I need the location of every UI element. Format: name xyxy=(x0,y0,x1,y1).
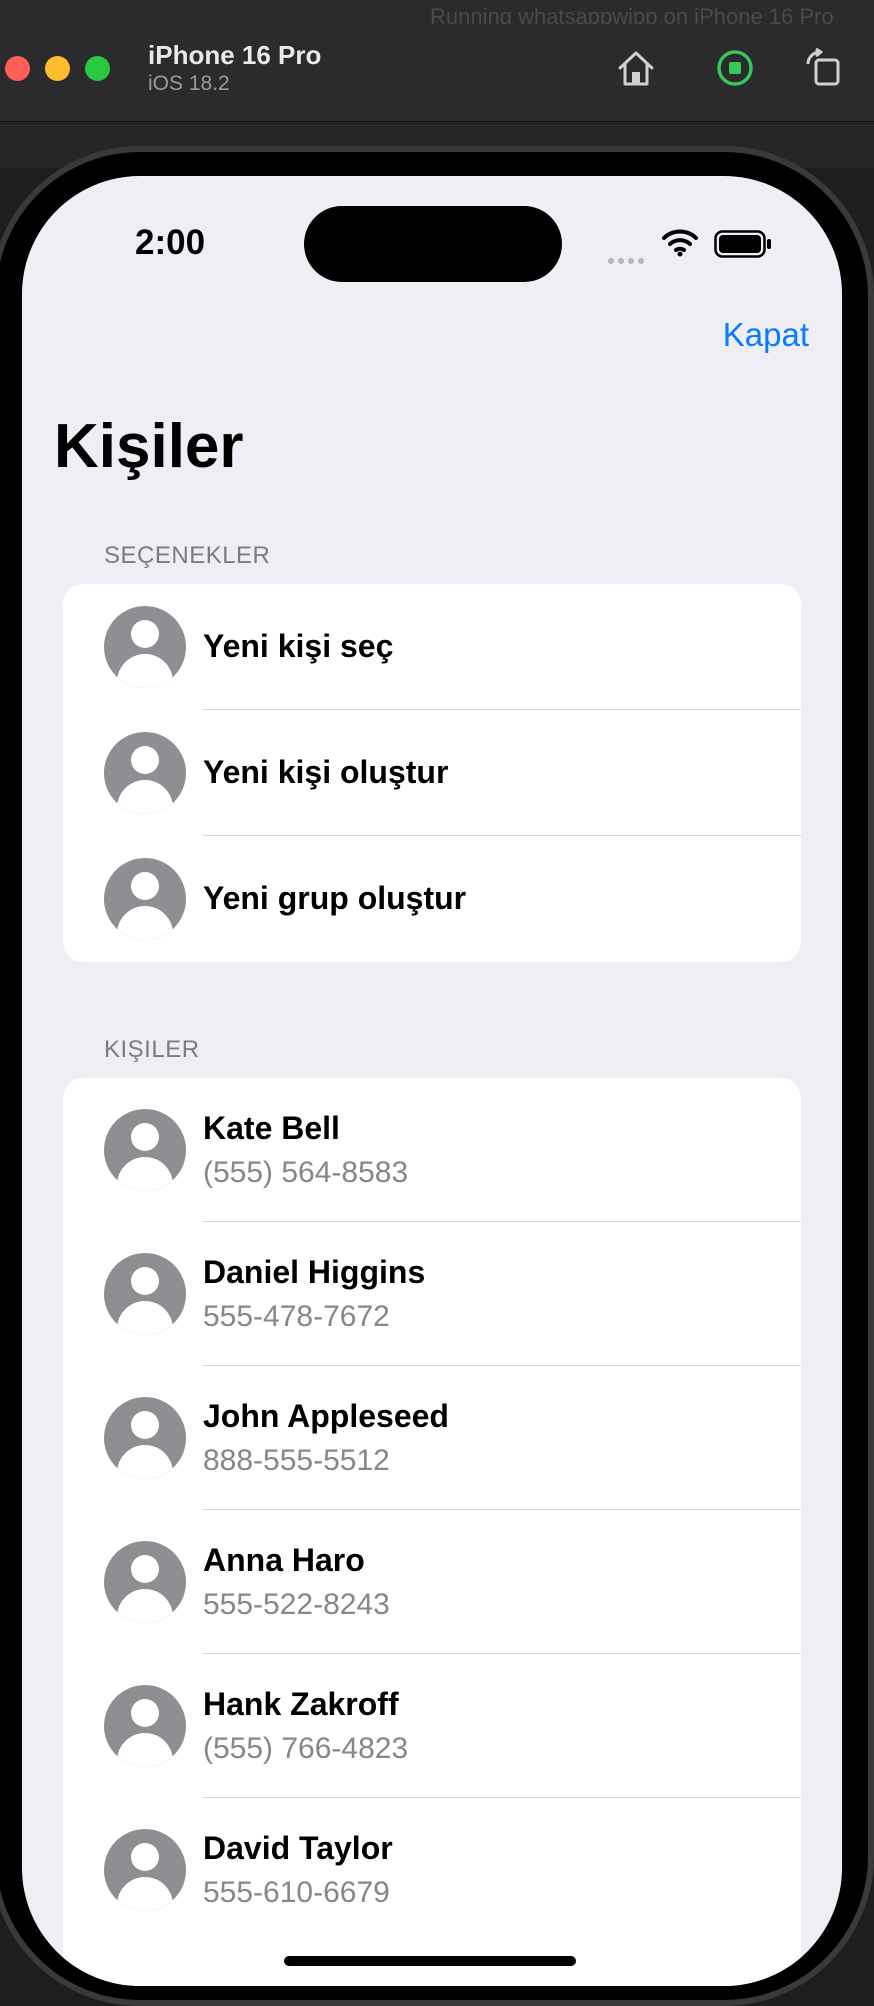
option-create-contact[interactable]: Yeni kişi oluştur xyxy=(63,710,801,836)
person-icon xyxy=(104,1253,186,1335)
contact-phone: 555-610-6679 xyxy=(203,1876,390,1909)
phone-screen: 2:00 Kapat Kişiler SEÇENEKLER Yeni kişi … xyxy=(22,176,842,1986)
close-window-button[interactable] xyxy=(5,56,30,81)
contact-phone: (555) 564-8583 xyxy=(203,1156,409,1189)
zoom-window-button[interactable] xyxy=(85,56,110,81)
person-icon xyxy=(104,1829,186,1911)
simulator-title-bar: Running whatsappwipp on iPhone 16 Pro iP… xyxy=(0,0,874,122)
rotate-icon xyxy=(806,47,840,86)
contact-name: Hank Zakroff xyxy=(203,1686,399,1722)
minimize-window-button[interactable] xyxy=(45,56,70,81)
contacts-section-header: KIŞILER xyxy=(104,1036,200,1063)
contact-row[interactable]: David Taylor 555-610-6679 xyxy=(63,1798,801,1942)
option-label: Yeni kişi oluştur xyxy=(203,754,449,790)
close-button[interactable]: Kapat xyxy=(723,316,809,354)
cellular-signal-icon xyxy=(608,251,648,269)
page-title: Kişiler xyxy=(54,412,244,481)
contact-name: David Taylor xyxy=(203,1830,393,1866)
option-select-contact[interactable]: Yeni kişi seç xyxy=(63,584,801,710)
contact-phone: 555-478-7672 xyxy=(203,1300,390,1333)
home-icon xyxy=(618,51,654,86)
wifi-icon xyxy=(662,229,698,257)
battery-icon xyxy=(714,230,771,258)
contact-row[interactable]: Kate Bell (555) 564-8583 xyxy=(63,1078,801,1222)
option-create-group[interactable]: Yeni grup oluştur xyxy=(63,836,801,962)
option-label: Yeni kişi seç xyxy=(203,628,394,664)
person-icon xyxy=(104,1541,186,1623)
person-icon xyxy=(104,1109,186,1191)
options-list: Yeni kişi seç Yeni kişi oluştur Yeni gru… xyxy=(63,584,801,962)
contact-phone: (555) 766-4823 xyxy=(203,1732,409,1765)
option-label: Yeni grup oluştur xyxy=(203,880,467,916)
contact-name: Daniel Higgins xyxy=(203,1254,426,1290)
window-title: Running whatsappwipp on iPhone 16 Pro xyxy=(430,4,834,24)
home-indicator[interactable] xyxy=(284,1956,576,1966)
person-icon xyxy=(104,732,186,814)
os-version: iOS 18.2 xyxy=(148,72,230,95)
person-icon xyxy=(104,858,186,940)
person-icon xyxy=(104,1397,186,1479)
person-icon xyxy=(104,1685,186,1767)
contact-row[interactable]: Hank Zakroff (555) 766-4823 xyxy=(63,1654,801,1798)
contact-name: John Appleseed xyxy=(203,1398,449,1434)
device-name: iPhone 16 Pro xyxy=(148,40,322,70)
dynamic-island xyxy=(304,206,562,282)
stop-button[interactable] xyxy=(713,46,757,90)
contact-row[interactable]: Anna Haro 555-522-8243 xyxy=(63,1510,801,1654)
stop-icon xyxy=(717,50,753,86)
contact-phone: 555-522-8243 xyxy=(203,1588,390,1621)
home-button[interactable] xyxy=(614,46,658,90)
contact-row[interactable]: John Appleseed 888-555-5512 xyxy=(63,1366,801,1510)
contacts-list: Kate Bell (555) 564-8583 Daniel Higgins … xyxy=(63,1078,801,1986)
contact-name: Kate Bell xyxy=(203,1110,340,1146)
status-time: 2:00 xyxy=(135,223,206,262)
rotate-button[interactable] xyxy=(802,46,846,90)
contact-phone: 888-555-5512 xyxy=(203,1444,390,1477)
options-section-header: SEÇENEKLER xyxy=(104,542,271,569)
contact-row[interactable]: Daniel Higgins 555-478-7672 xyxy=(63,1222,801,1366)
contact-name: Anna Haro xyxy=(203,1542,365,1578)
person-icon xyxy=(104,606,186,688)
